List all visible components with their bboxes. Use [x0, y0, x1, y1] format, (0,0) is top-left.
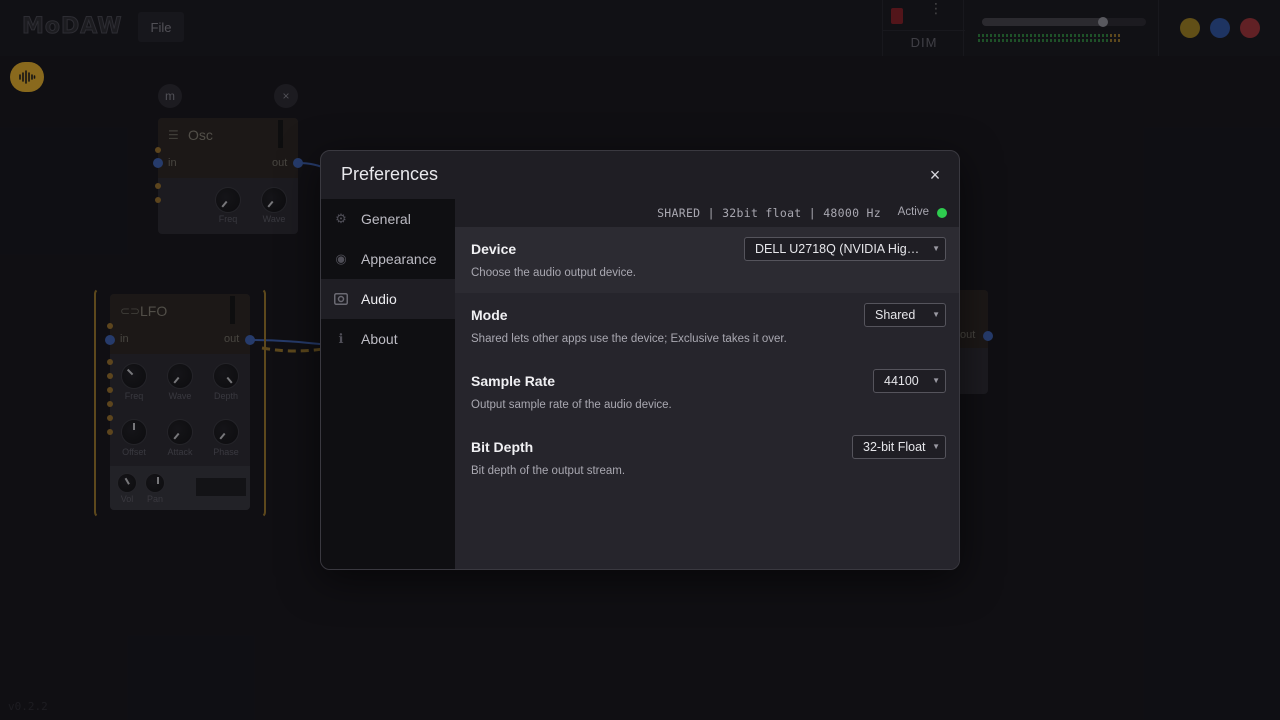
setting-device: Device Choose the audio output device. D… — [455, 227, 959, 293]
setting-description: Choose the audio output device. — [471, 267, 636, 279]
setting-description: Bit depth of the output stream. — [471, 465, 626, 477]
nav-label: About — [361, 331, 398, 347]
chevron-down-icon: ▼ — [932, 244, 940, 253]
nav-label: Appearance — [361, 251, 437, 267]
setting-description: Shared lets other apps use the device; E… — [471, 333, 787, 345]
select-value: 32-bit Float — [863, 440, 926, 454]
chevron-down-icon: ▼ — [932, 376, 940, 385]
nav-item-general[interactable]: ⚙ General — [321, 199, 455, 239]
audio-settings-panel: SHARED | 32bit float | 48000 Hz Active D… — [455, 199, 959, 569]
dialog-title: Preferences — [341, 164, 439, 184]
eye-icon: ◉ — [335, 251, 347, 266]
setting-description: Output sample rate of the audio device. — [471, 399, 672, 411]
active-label: Active — [897, 206, 929, 218]
preferences-nav: ⚙ General ◉ Appearance Audio ℹ About — [321, 199, 455, 569]
nav-label: General — [361, 211, 411, 227]
setting-name: Device — [471, 241, 517, 257]
preferences-dialog: Preferences × ⚙ General ◉ Appearance Aud… — [320, 150, 960, 570]
audio-status-text: SHARED | 32bit float | 48000 Hz — [657, 206, 881, 220]
device-select[interactable]: DELL U2718Q (NVIDIA High Definition Audi… — [744, 237, 946, 261]
setting-sample-rate: Sample Rate Output sample rate of the au… — [455, 359, 959, 425]
setting-name: Mode — [471, 307, 508, 323]
bit-depth-select[interactable]: 32-bit Float ▼ — [852, 435, 946, 459]
speaker-icon — [334, 293, 348, 305]
info-icon: ℹ — [338, 331, 344, 346]
gear-icon: ⚙ — [335, 211, 347, 226]
setting-name: Bit Depth — [471, 439, 534, 455]
nav-item-appearance[interactable]: ◉ Appearance — [321, 239, 455, 279]
speaker-icon — [321, 293, 361, 305]
chevron-down-icon: ▼ — [932, 310, 940, 319]
select-value: Shared — [875, 308, 916, 322]
setting-bit-depth: Bit Depth Bit depth of the output stream… — [455, 425, 959, 491]
select-value: DELL U2718Q (NVIDIA High Definition Audi… — [755, 242, 946, 256]
chevron-down-icon: ▼ — [932, 442, 940, 451]
setting-name: Sample Rate — [471, 373, 556, 389]
nav-label: Audio — [361, 291, 397, 307]
audio-status-bar: SHARED | 32bit float | 48000 Hz Active — [455, 199, 959, 227]
nav-item-about[interactable]: ℹ About — [321, 319, 455, 359]
nav-item-audio[interactable]: Audio — [321, 279, 455, 319]
sample-rate-select[interactable]: 44100 ▼ — [873, 369, 946, 393]
close-dialog-button[interactable]: × — [923, 163, 947, 187]
select-value: 44100 — [884, 374, 919, 388]
setting-mode: Mode Shared lets other apps use the devi… — [455, 293, 959, 359]
mode-select[interactable]: Shared ▼ — [864, 303, 946, 327]
active-indicator — [937, 208, 947, 218]
